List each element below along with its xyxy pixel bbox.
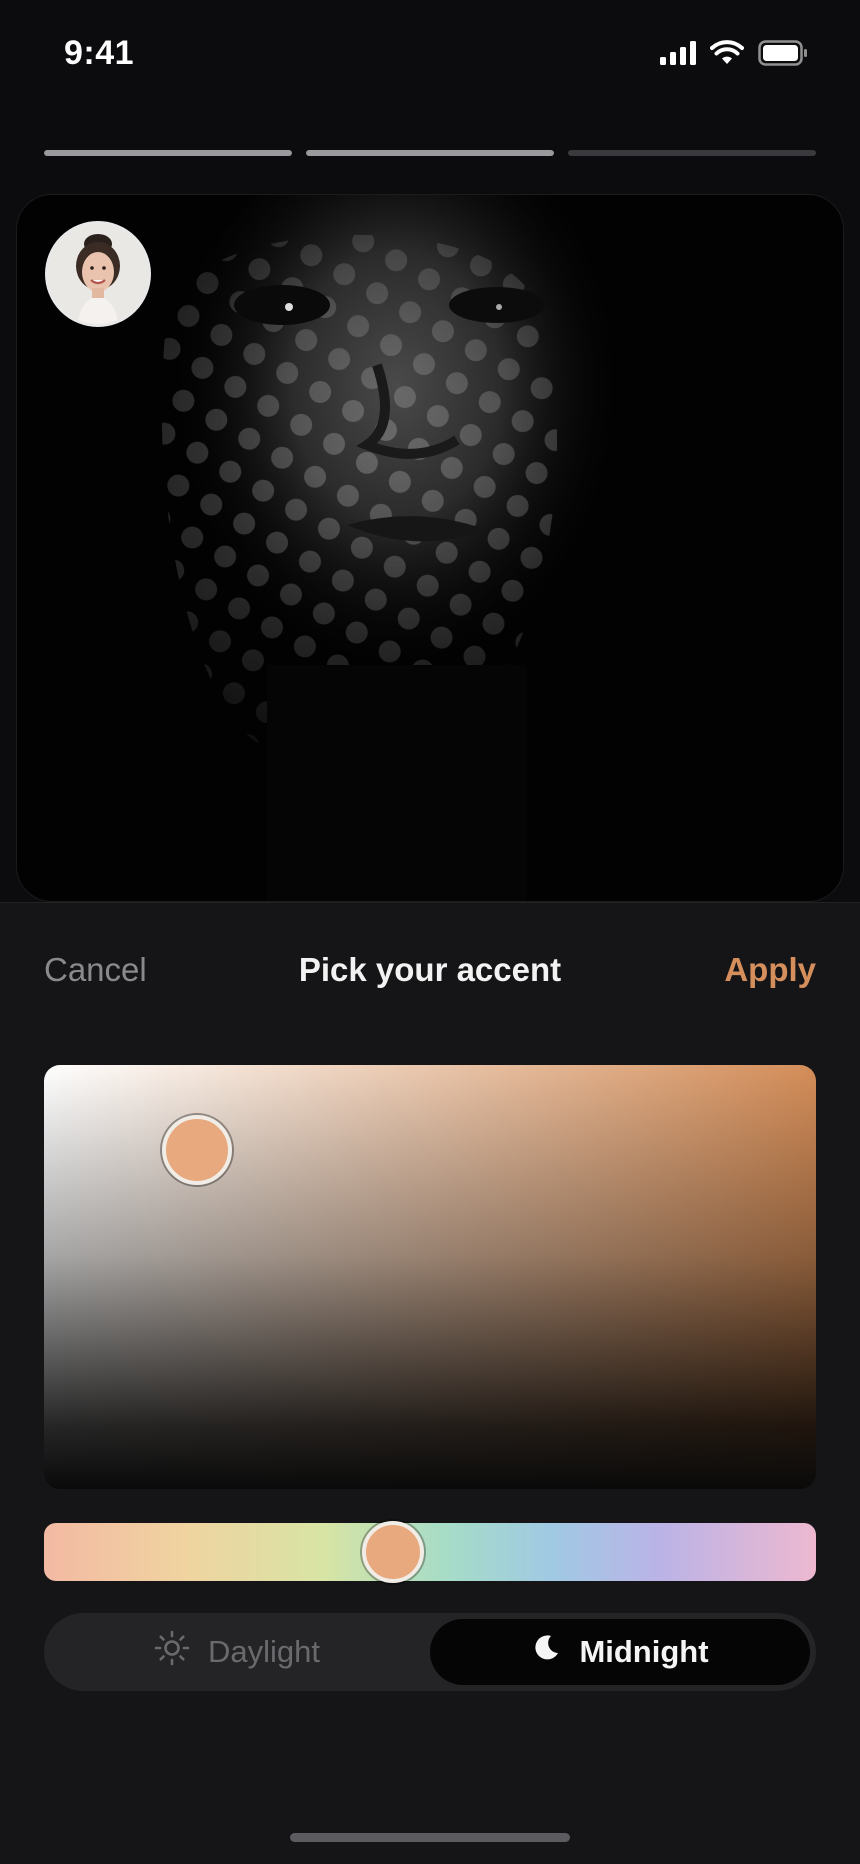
saturation-brightness-picker[interactable] bbox=[44, 1065, 816, 1489]
appearance-toggle: Daylight Midnight bbox=[44, 1613, 816, 1691]
story-progress-segment bbox=[44, 150, 292, 156]
midnight-label: Midnight bbox=[579, 1634, 709, 1669]
sun-icon bbox=[154, 1630, 190, 1674]
status-icons bbox=[660, 40, 808, 66]
status-bar: 9:41 bbox=[0, 0, 860, 110]
hue-slider-handle[interactable] bbox=[362, 1521, 424, 1583]
midnight-option[interactable]: Midnight bbox=[430, 1619, 810, 1685]
home-indicator[interactable] bbox=[290, 1833, 570, 1842]
cellular-signal-icon bbox=[660, 41, 696, 65]
story-progress-segment bbox=[306, 150, 554, 156]
photo-preview bbox=[16, 194, 844, 902]
avatar-image bbox=[48, 224, 148, 324]
daylight-label: Daylight bbox=[208, 1634, 320, 1669]
sheet-header: Cancel Pick your accent Apply bbox=[0, 951, 860, 1001]
saturation-brightness-handle[interactable] bbox=[162, 1115, 232, 1185]
user-avatar[interactable] bbox=[45, 221, 151, 327]
story-progress-segment bbox=[568, 150, 816, 156]
moon-icon bbox=[531, 1633, 561, 1671]
battery-icon bbox=[758, 40, 808, 66]
accent-picker-sheet: Cancel Pick your accent Apply Daylight M… bbox=[0, 902, 860, 1864]
cancel-button[interactable]: Cancel bbox=[44, 951, 147, 989]
story-progress-fill bbox=[44, 150, 292, 156]
apply-button[interactable]: Apply bbox=[724, 951, 816, 989]
daylight-option[interactable]: Daylight bbox=[44, 1613, 430, 1691]
screen: 9:41 Cancel Pick your accent Apply Dayli… bbox=[0, 0, 860, 1864]
story-progress-fill bbox=[306, 150, 554, 156]
wifi-icon bbox=[710, 40, 744, 66]
status-time: 9:41 bbox=[64, 34, 135, 72]
story-progress bbox=[44, 150, 816, 156]
hue-slider[interactable] bbox=[44, 1521, 816, 1583]
